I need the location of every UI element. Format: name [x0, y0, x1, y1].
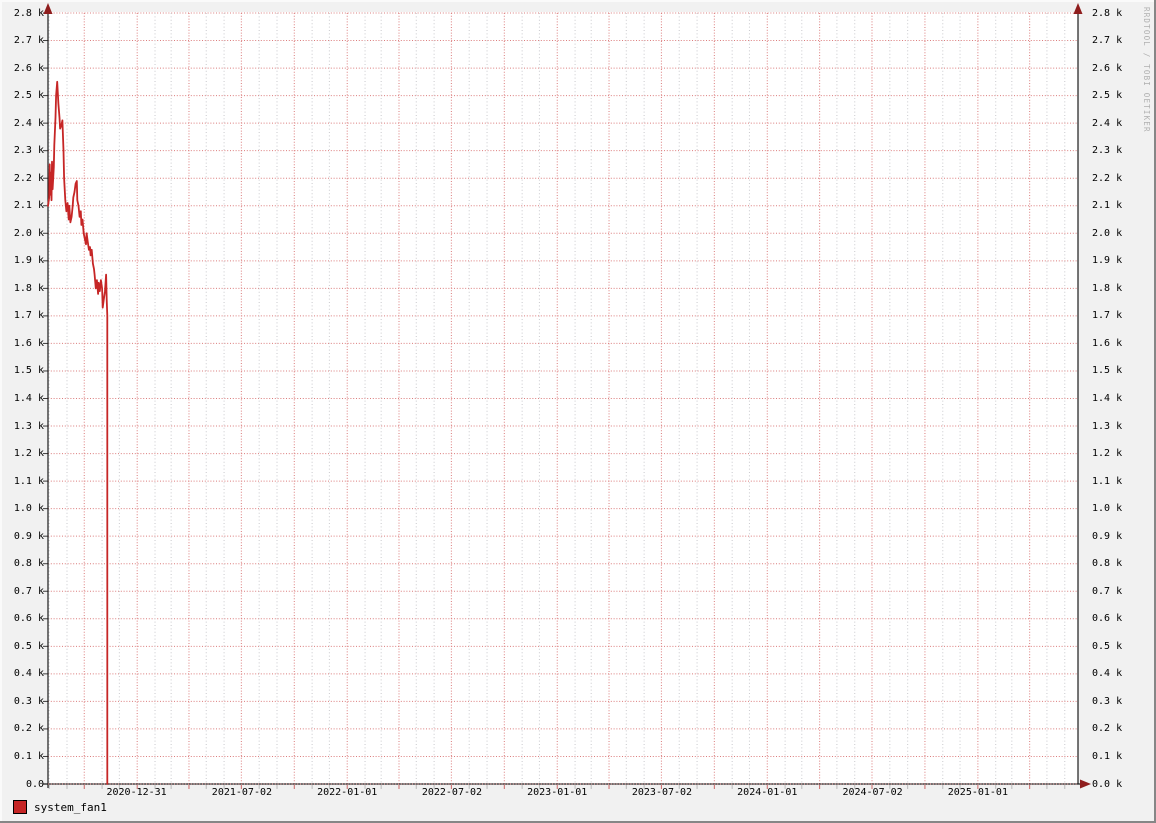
- y-axis-label-right: 0.5 k: [1092, 640, 1122, 653]
- x-axis-label: 2021-07-02: [212, 786, 272, 799]
- x-axis-label: 2022-07-02: [422, 786, 482, 799]
- y-axis-label-right: 1.5 k: [1092, 364, 1122, 377]
- y-axis-label-left: 0.0: [0, 778, 44, 791]
- x-axis-arrow: [1080, 780, 1091, 789]
- x-axis-label: 2025-01-01: [948, 786, 1008, 799]
- y-axis-label-right: 1.2 k: [1092, 447, 1122, 460]
- y-axis-label-right: 2.3 k: [1092, 144, 1122, 157]
- y-axis-label-right: 1.9 k: [1092, 254, 1122, 267]
- legend-swatch: [13, 800, 27, 814]
- y-axis-label-right: 2.1 k: [1092, 199, 1122, 212]
- y-axis-label-left: 2.4 k: [0, 117, 44, 130]
- y-axis-label-right: 2.0 k: [1092, 227, 1122, 240]
- y-axis-label-right: 0.4 k: [1092, 667, 1122, 680]
- y-axis-label-left: 0.1 k: [0, 750, 44, 763]
- y-axis-label-left: 1.5 k: [0, 364, 44, 377]
- y-axis-label-right: 1.4 k: [1092, 392, 1122, 405]
- y-axis-label-left: 2.6 k: [0, 62, 44, 75]
- y-axis-label-left: 1.1 k: [0, 475, 44, 488]
- y-axis-label-right: 2.2 k: [1092, 172, 1122, 185]
- rrd-graph: 2.8 k 2.7 k 2.6 k 2.5 k 2.4 k 2.3 k 2.2 k 2.1 k…: [0, 0, 1156, 823]
- y-axis-label-left: 1.4 k: [0, 392, 44, 405]
- y-axis-label-left: 0.2 k: [0, 722, 44, 735]
- y-axis-label-right: 2.6 k: [1092, 62, 1122, 75]
- y-axis-label-right: 1.0 k: [1092, 502, 1122, 515]
- y-axis-label-right: 0.9 k: [1092, 530, 1122, 543]
- y-axis-label-left: 2.0 k: [0, 227, 44, 240]
- x-axis-label: 2023-01-01: [527, 786, 587, 799]
- y-axis-label-left: 1.0 k: [0, 502, 44, 515]
- x-axis-label: 2022-01-01: [317, 786, 377, 799]
- y-axis-label-right: 1.1 k: [1092, 475, 1122, 488]
- legend: system_fan1: [13, 800, 107, 814]
- y-axis-label-left: 1.7 k: [0, 309, 44, 322]
- y-axis-label-right: 1.8 k: [1092, 282, 1122, 295]
- y-axis-label-left: 0.5 k: [0, 640, 44, 653]
- y-axis-label-left: 0.9 k: [0, 530, 44, 543]
- y-axis-label-right: 0.1 k: [1092, 750, 1122, 763]
- y-axis-label-left: 0.3 k: [0, 695, 44, 708]
- x-axis-label: 2024-07-02: [842, 786, 902, 799]
- y-axis-label-left: 1.6 k: [0, 337, 44, 350]
- y-axis-label-right: 0.3 k: [1092, 695, 1122, 708]
- y-axis-label-left: 2.2 k: [0, 172, 44, 185]
- y-axis-label-left: 0.4 k: [0, 667, 44, 680]
- rrdtool-watermark: RRDTOOL / TOBI OETIKER: [1142, 7, 1151, 133]
- y-axis-label-right: 0.8 k: [1092, 557, 1122, 570]
- y-axis-label-right: 0.0 k: [1092, 778, 1122, 791]
- y-axis-label-left: 0.6 k: [0, 612, 44, 625]
- y-axis-label-left: 2.1 k: [0, 199, 44, 212]
- y-axis-label-left: 1.8 k: [0, 282, 44, 295]
- x-axis-label: 2024-01-01: [737, 786, 797, 799]
- y-axis-label-right: 2.8 k: [1092, 7, 1122, 20]
- y-axis-arrow-left: [44, 3, 53, 14]
- y-axis-label-right: 2.5 k: [1092, 89, 1122, 102]
- y-axis-label-left: 2.3 k: [0, 144, 44, 157]
- y-axis-label-right: 0.6 k: [1092, 612, 1122, 625]
- chart-canvas: [0, 0, 1156, 823]
- y-axis-label-left: 1.9 k: [0, 254, 44, 267]
- x-axis-label: 2023-07-02: [632, 786, 692, 799]
- y-axis-arrow-right: [1074, 3, 1083, 14]
- y-axis-label-left: 2.5 k: [0, 89, 44, 102]
- x-axis-label: 2020-12-31: [107, 786, 167, 799]
- y-axis-label-right: 0.7 k: [1092, 585, 1122, 598]
- y-axis-label-right: 1.3 k: [1092, 420, 1122, 433]
- y-axis-label-left: 2.8 k: [0, 7, 44, 20]
- y-axis-label-right: 2.4 k: [1092, 117, 1122, 130]
- legend-label: system_fan1: [34, 801, 107, 814]
- y-axis-label-left: 1.2 k: [0, 447, 44, 460]
- y-axis-label-left: 2.7 k: [0, 34, 44, 47]
- y-axis-label-left: 0.7 k: [0, 585, 44, 598]
- y-axis-label-right: 1.7 k: [1092, 309, 1122, 322]
- y-axis-label-right: 2.7 k: [1092, 34, 1122, 47]
- y-axis-label-right: 0.2 k: [1092, 722, 1122, 735]
- y-axis-label-left: 0.8 k: [0, 557, 44, 570]
- y-axis-label-left: 1.3 k: [0, 420, 44, 433]
- y-axis-label-right: 1.6 k: [1092, 337, 1122, 350]
